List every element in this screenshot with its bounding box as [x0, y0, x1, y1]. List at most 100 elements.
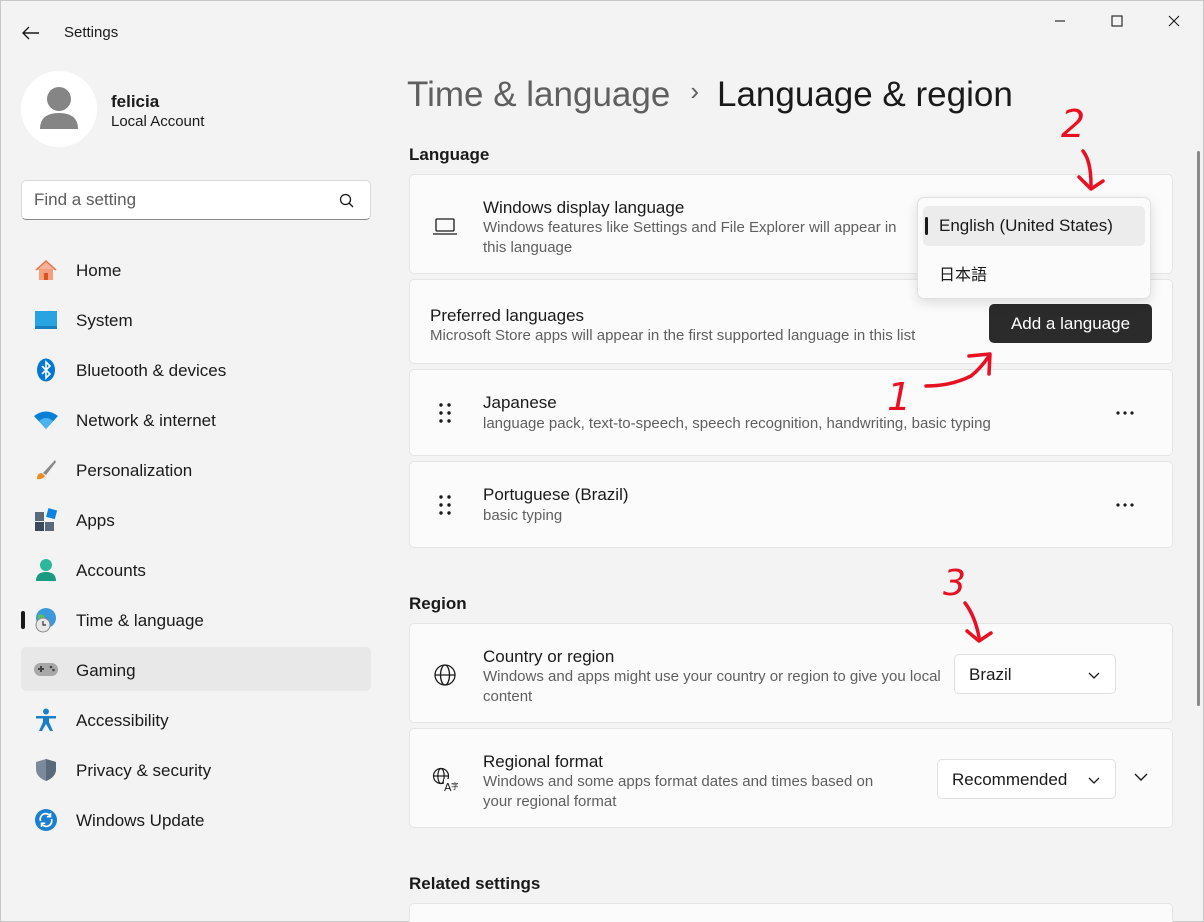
annotation-label: 2 [1061, 102, 1085, 146]
accounts-icon [33, 558, 59, 582]
maximize-icon [1111, 15, 1123, 27]
avatar [21, 71, 97, 147]
app-title: Settings [64, 24, 119, 41]
annotation-arrow-2: 2 [1061, 102, 1105, 191]
card-description: Microsoft Store apps will appear in the … [430, 327, 916, 344]
more-icon [1116, 411, 1134, 415]
sidebar-item-label: Accounts [76, 561, 146, 580]
sidebar-item-home[interactable]: Home [21, 247, 371, 291]
title-bar: Settings [1, 1, 1204, 49]
related-settings-card[interactable] [409, 903, 1173, 922]
sidebar-item-privacy[interactable]: Privacy & security [21, 747, 371, 791]
scrollbar[interactable] [1197, 151, 1200, 706]
sidebar-item-label: Gaming [76, 661, 136, 680]
drag-handle-icon[interactable] [432, 400, 458, 426]
dropdown-value: Brazil [969, 665, 1012, 684]
page-title: Language & region [716, 75, 1013, 114]
account-type: Local Account [111, 113, 205, 130]
bluetooth-icon [33, 358, 59, 382]
update-icon [33, 808, 59, 832]
shield-icon [33, 758, 59, 782]
laptop-icon [432, 214, 458, 240]
sidebar-item-label: Network & internet [76, 411, 216, 430]
drag-handle-icon[interactable] [432, 492, 458, 518]
sidebar-item-time-language[interactable]: Time & language [21, 597, 371, 641]
user-profile[interactable]: felicia Local Account [21, 71, 371, 151]
globe-icon [432, 662, 458, 688]
language-item[interactable]: Japanese language pack, text-to-speech, … [409, 369, 1173, 456]
flyout-option-label: 日本語 [939, 265, 988, 284]
sidebar-item-label: Apps [76, 511, 115, 530]
search-box[interactable] [21, 180, 371, 220]
sidebar-item-system[interactable]: System [21, 297, 371, 341]
search-input[interactable] [34, 189, 324, 211]
system-icon [33, 308, 59, 332]
sidebar-item-label: Accessibility [76, 711, 169, 730]
card-title: Preferred languages [430, 306, 585, 325]
section-title-related: Related settings [409, 874, 541, 893]
gaming-icon [33, 658, 59, 682]
sidebar-item-label: System [76, 311, 133, 330]
sidebar-item-accounts[interactable]: Accounts [21, 547, 371, 591]
user-name: felicia [111, 92, 160, 111]
sidebar-item-label: Bluetooth & devices [76, 361, 227, 380]
language-options-button[interactable] [1109, 399, 1141, 427]
dropdown-value: Recommended [952, 770, 1068, 789]
breadcrumb: Time & language › Language & region [407, 75, 1013, 115]
back-arrow-icon [22, 26, 39, 40]
language-name: Japanese [483, 393, 557, 412]
flyout-option-label: English (United States) [939, 216, 1113, 235]
sidebar-item-personalization[interactable]: Personalization [21, 447, 371, 491]
section-title-language: Language [409, 145, 490, 164]
sidebar-item-accessibility[interactable]: Accessibility [21, 697, 371, 741]
home-icon [33, 258, 59, 282]
language-features: basic typing [483, 507, 563, 524]
back-button[interactable] [15, 19, 47, 47]
display-language-flyout: English (United States) 日本語 [917, 197, 1151, 299]
flyout-option-english[interactable]: English (United States) [923, 206, 1145, 246]
language-options-button[interactable] [1109, 491, 1141, 519]
selected-indicator [925, 217, 928, 235]
user-avatar-icon [40, 87, 78, 129]
sidebar-item-label: Windows Update [76, 811, 205, 830]
sidebar-item-label: Time & language [76, 611, 204, 630]
close-icon [1168, 15, 1180, 27]
card-title: Country or region [483, 647, 615, 666]
card-description: Windows and some apps format dates and t… [483, 773, 874, 810]
breadcrumb-parent[interactable]: Time & language [407, 75, 670, 114]
section-title-region: Region [409, 594, 467, 613]
sidebar-item-windows-update[interactable]: Windows Update [21, 797, 371, 841]
close-button[interactable] [1151, 7, 1197, 35]
selected-indicator [21, 611, 25, 629]
language-features: language pack, text-to-speech, speech re… [483, 415, 991, 432]
language-item[interactable]: Portuguese (Brazil) basic typing [409, 461, 1173, 548]
sidebar-nav: Home System Bluetooth & devices Network … [21, 247, 371, 847]
add-language-button[interactable]: Add a language [989, 304, 1152, 343]
sidebar-item-label: Personalization [76, 461, 193, 480]
annotation-arrow-3: 3 [943, 563, 993, 643]
sidebar-item-gaming[interactable]: Gaming [21, 647, 371, 691]
sidebar-item-label: Home [76, 261, 122, 280]
annotation-label: 3 [943, 563, 966, 604]
svg-text:字: 字 [451, 781, 458, 791]
regional-format-dropdown[interactable]: Recommended [937, 759, 1116, 799]
chevron-down-icon [1088, 672, 1100, 679]
sidebar-item-network[interactable]: Network & internet [21, 397, 371, 441]
apps-icon [33, 508, 59, 532]
brush-icon [33, 458, 59, 482]
country-region-dropdown[interactable]: Brazil [954, 654, 1116, 694]
card-title: Regional format [483, 752, 604, 771]
sidebar-item-apps[interactable]: Apps [21, 497, 371, 541]
annotation-label: 1 [887, 375, 911, 416]
language-name: Portuguese (Brazil) [483, 485, 629, 504]
minimize-button[interactable] [1037, 7, 1083, 35]
card-title: Windows display language [483, 198, 685, 217]
card-description: Windows and apps might use your country … [483, 668, 941, 705]
maximize-button[interactable] [1094, 7, 1140, 35]
flyout-option-japanese[interactable]: 日本語 [923, 251, 1145, 291]
expand-chevron-icon[interactable] [1131, 767, 1151, 787]
sidebar-item-bluetooth[interactable]: Bluetooth & devices [21, 347, 371, 391]
card-description: Windows features like Settings and File … [483, 219, 897, 256]
minimize-icon [1055, 20, 1065, 22]
sidebar-item-label: Privacy & security [76, 761, 212, 780]
